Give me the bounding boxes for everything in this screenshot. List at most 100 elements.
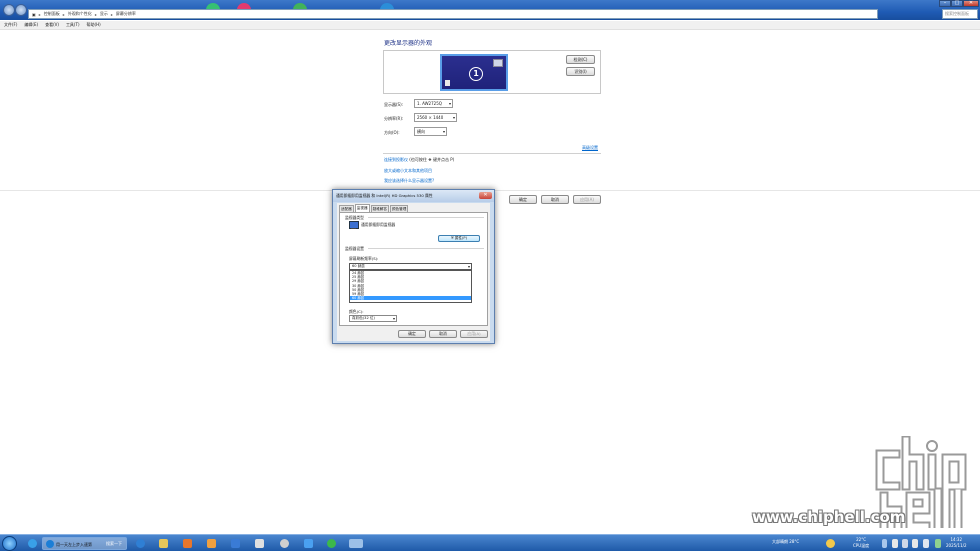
menu-bar: 文件(F) 编辑(E) 查看(V) 工具(T) 帮助(H) <box>0 21 980 30</box>
start-button[interactable] <box>2 536 17 551</box>
clock[interactable]: 14:32 2025/11/2 <box>946 537 967 549</box>
properties-button[interactable]: ⛨ 属性(P) <box>438 235 480 242</box>
breadcrumb-appearance[interactable]: 外观和个性化 <box>68 11 92 17</box>
forward-button[interactable] <box>15 4 27 16</box>
close-button[interactable]: ✕ <box>963 0 979 7</box>
green-app-icon[interactable] <box>327 539 336 548</box>
tray-app-icon[interactable] <box>912 539 918 548</box>
monitor-icon <box>349 221 359 229</box>
refresh-option-selected[interactable]: 60 赫兹 <box>350 296 471 301</box>
menu-help[interactable]: 帮助(H) <box>87 22 101 28</box>
dialog-ok-button[interactable]: 确定 <box>398 330 426 338</box>
shield-icon: ⛨ <box>450 236 454 240</box>
projector-hint: (也可按住 <box>409 157 427 162</box>
address-bar[interactable]: ▣ ▸ 控制面板 ▸ 外观和个性化 ▸ 显示 ▸ 屏幕分辨率 <box>28 9 878 19</box>
tray-arrow-icon[interactable] <box>882 539 887 548</box>
cancel-button[interactable]: 取消 <box>541 195 569 204</box>
watermark-text: www.chiphell.com <box>752 508 906 526</box>
divider <box>383 153 601 154</box>
dialog-title: 通用即插即用监视器 和 Intel(R) HD Graphics 530 属性 <box>336 193 433 198</box>
weather-text[interactable]: 大部晴朗 28°C <box>772 539 799 545</box>
window-controls: – □ ✕ <box>939 0 979 7</box>
folder-icon[interactable] <box>159 539 168 548</box>
breadcrumb-display[interactable]: 显示 <box>100 11 108 17</box>
display-label: 显示器(S): <box>384 102 404 107</box>
tab-troubleshoot[interactable]: 疑难解答 <box>370 205 389 212</box>
resolution-select[interactable]: 2560 × 1440 <box>414 113 457 122</box>
dialog-close-button[interactable]: ✕ <box>479 192 492 199</box>
windows-key-icon: ❖ <box>428 157 432 162</box>
orientation-label: 方向(O): <box>384 130 400 135</box>
properties-button-label: 属性(P) <box>454 236 468 240</box>
tray-app-icon[interactable] <box>826 539 835 548</box>
group-divider <box>368 217 484 218</box>
monitor-settings-label: 监视器设置 <box>345 246 364 251</box>
cpu-temperature[interactable]: 22°C CPU温度 <box>853 537 869 549</box>
apply-button[interactable]: 应用(A) <box>573 195 601 204</box>
ie-icon[interactable] <box>28 539 37 548</box>
app-icon-fox[interactable] <box>183 539 192 548</box>
projector-link-row: 连接到投影仪 (也可按住 ❖ 键并点击 P) <box>384 157 454 163</box>
volume-icon[interactable] <box>923 539 929 548</box>
projector-hint-2: 键并点击 P) <box>433 157 455 162</box>
ie-taskbar-icon[interactable] <box>136 539 145 548</box>
resolution-label: 分辨率(R): <box>384 116 404 121</box>
taskbar-search-label[interactable]: 搜索一下 <box>106 538 126 549</box>
menu-file[interactable]: 文件(F) <box>4 22 17 28</box>
cpu-temp-label: CPU温度 <box>853 543 870 548</box>
tab-color-management[interactable]: 颜色管理 <box>389 205 409 212</box>
dialog-tabs: 适配器 监视器 疑难解答 颜色管理 <box>339 204 409 212</box>
network-app-icon[interactable] <box>255 539 264 548</box>
back-button[interactable] <box>3 4 15 16</box>
tray-app-icon[interactable] <box>892 539 898 548</box>
group-divider <box>368 248 484 249</box>
display-select[interactable]: 1. AW2725Q <box>414 99 453 108</box>
media-player-icon[interactable] <box>207 539 216 548</box>
computer-icon: ▣ <box>32 11 36 17</box>
refresh-rate-label: 屏幕刷新频率(S): <box>349 256 379 261</box>
monitor-thumbnail-icon <box>493 59 503 67</box>
tab-adapter[interactable]: 适配器 <box>339 205 354 212</box>
color-depth-select[interactable]: 真彩色(32 位) <box>349 315 397 322</box>
network-icon[interactable] <box>935 539 941 548</box>
menu-edit[interactable]: 编辑(E) <box>24 22 38 28</box>
dialog-body: 适配器 监视器 疑难解答 颜色管理 监视器类型 通用即插即用监视器 ⛨ 属性(P… <box>337 203 490 341</box>
browser-icon <box>46 540 54 548</box>
orientation-select[interactable]: 横向 <box>414 127 447 136</box>
alien-app-icon[interactable] <box>280 539 289 548</box>
properties-dialog: 通用即插即用监视器 和 Intel(R) HD Graphics 530 属性 … <box>332 189 495 344</box>
dialog-titlebar[interactable]: 通用即插即用监视器 和 Intel(R) HD Graphics 530 属性 … <box>333 190 494 202</box>
monitor-small-icon <box>445 80 450 86</box>
breadcrumb-resolution[interactable]: 屏幕分辨率 <box>116 11 136 17</box>
window-titlebar: ▣ ▸ 控制面板 ▸ 外观和个性化 ▸ 显示 ▸ 屏幕分辨率 搜索控制面板 – … <box>0 0 980 20</box>
projector-link[interactable]: 连接到投影仪 <box>384 157 408 162</box>
page-title: 更改显示器的外观 <box>384 40 433 47</box>
bird-app-icon[interactable] <box>304 539 313 548</box>
dialog-cancel-button[interactable]: 取消 <box>429 330 457 338</box>
detect-button[interactable]: 检测(C) <box>566 55 595 64</box>
tray-app-icon[interactable] <box>902 539 908 548</box>
menu-view[interactable]: 查看(V) <box>45 22 59 28</box>
ok-button[interactable]: 确定 <box>509 195 537 204</box>
tab-monitor[interactable]: 监视器 <box>354 204 370 212</box>
monitor-tile[interactable]: 1 <box>440 54 508 91</box>
text-size-link[interactable]: 放大或缩小文本和其他项目 <box>384 168 432 174</box>
taskbar-window-label: 用一天左上步入速第 <box>56 542 92 547</box>
menu-tools[interactable]: 工具(T) <box>66 22 80 28</box>
dialog-apply-button[interactable]: 应用(A) <box>460 330 488 338</box>
monitor-tab-panel: 监视器类型 通用即插即用监视器 ⛨ 属性(P) 监视器设置 屏幕刷新频率(S):… <box>339 212 488 326</box>
maximize-button[interactable]: □ <box>951 0 963 7</box>
clock-date: 2025/11/2 <box>946 543 967 548</box>
help-link[interactable]: 我应该选择什么显示器设置? <box>384 178 434 184</box>
refresh-rate-select[interactable]: 60 赫兹 <box>349 263 472 270</box>
minimize-button[interactable]: – <box>939 0 951 7</box>
monitor-type-value: 通用即插即用监视器 <box>361 222 396 227</box>
grid-app-icon[interactable] <box>231 539 240 548</box>
taskbar: 用一天左上步入速第 搜索一下 大部晴朗 28°C 22°C CPU温度 14:3… <box>0 534 980 551</box>
advanced-settings-link[interactable]: 高级设置 <box>582 145 598 151</box>
search-input[interactable]: 搜索控制面板 <box>942 9 978 19</box>
identify-button[interactable]: 识别(I) <box>566 67 595 76</box>
display-settings-icon[interactable] <box>349 539 363 548</box>
breadcrumb-control-panel[interactable]: 控制面板 <box>44 11 60 17</box>
monitor-number-badge: 1 <box>469 67 483 81</box>
